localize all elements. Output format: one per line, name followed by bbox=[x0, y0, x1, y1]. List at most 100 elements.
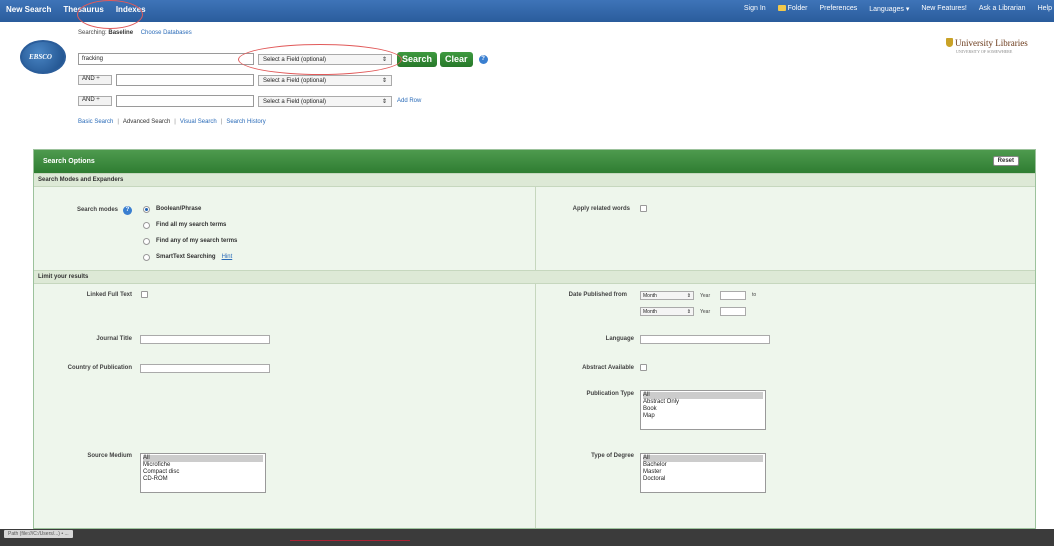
bool-operator-select-3[interactable]: AND ÷ bbox=[78, 96, 112, 106]
basic-search-link[interactable]: Basic Search bbox=[78, 119, 113, 125]
source-medium-label: Source Medium bbox=[87, 453, 132, 459]
chevron-down-icon: ⇕ bbox=[381, 77, 387, 84]
mode-smarttext-label: SmartText Searching bbox=[156, 254, 216, 260]
field-select-3[interactable]: Select a Field (optional) ⇕ bbox=[258, 95, 392, 107]
listbox-option[interactable]: Map bbox=[643, 413, 763, 420]
listbox-option[interactable]: Master bbox=[643, 469, 763, 476]
abstract-available-label: Abstract Available bbox=[582, 365, 634, 371]
type-of-degree-listbox[interactable]: All Bachelor Master Doctoral bbox=[640, 453, 766, 493]
search-term-input-1[interactable]: fracking bbox=[78, 53, 254, 65]
mode-all-terms-label: Find all my search terms bbox=[156, 222, 227, 228]
languages-menu[interactable]: Languages ▾ bbox=[869, 5, 909, 13]
publication-type-listbox[interactable]: All Abstract Only Book Map bbox=[640, 390, 766, 430]
search-row-1: fracking Select a Field (optional) ⇕ Sear… bbox=[78, 51, 488, 67]
search-type-links: Basic Search | Advanced Search | Visual Sear… bbox=[78, 119, 266, 125]
limit-results-section: Linked Full Text Journal Title Country o… bbox=[34, 284, 1035, 528]
preferences-link[interactable]: Preferences bbox=[820, 5, 858, 13]
search-options-header: Search Options Reset bbox=[34, 150, 1035, 173]
to-year-label: Year bbox=[700, 309, 711, 315]
search-row-3: AND ÷ Select a Field (optional) ⇕ Add Row bbox=[78, 95, 421, 107]
new-features-link[interactable]: New Features! bbox=[921, 5, 967, 13]
from-year-label: Year bbox=[700, 293, 711, 299]
top-nav-left: New Search Thesaurus Indexes bbox=[6, 5, 146, 14]
choose-databases-link[interactable]: Choose Databases bbox=[141, 30, 192, 36]
language-input[interactable] bbox=[640, 335, 770, 344]
to-month-select[interactable]: Month ⇕ bbox=[640, 307, 694, 316]
listbox-option[interactable]: All bbox=[643, 392, 763, 399]
listbox-option[interactable]: Microfiche bbox=[143, 462, 263, 469]
listbox-option[interactable]: CD-ROM bbox=[143, 476, 263, 483]
university-name: University Libraries bbox=[955, 38, 1028, 48]
mode-all-terms-radio[interactable] bbox=[143, 222, 150, 229]
database-name: Baseline bbox=[108, 30, 134, 36]
abstract-available-checkbox[interactable] bbox=[640, 364, 647, 371]
listbox-option[interactable]: All bbox=[643, 455, 763, 462]
field-select-1[interactable]: Select a Field (optional) ⇕ bbox=[258, 53, 392, 65]
ask-librarian-link[interactable]: Ask a Librarian bbox=[979, 5, 1026, 13]
indexes-link[interactable]: Indexes bbox=[116, 5, 146, 14]
status-accent-line bbox=[290, 540, 410, 541]
help-icon[interactable]: ? bbox=[478, 54, 488, 64]
search-modes-label: Search modes bbox=[76, 207, 118, 213]
mode-any-terms-radio[interactable] bbox=[143, 238, 150, 245]
listbox-option[interactable]: Bachelor bbox=[643, 462, 763, 469]
folder-label: Folder bbox=[787, 5, 808, 12]
mode-smarttext-radio[interactable] bbox=[143, 254, 150, 261]
help-link[interactable]: Help bbox=[1038, 5, 1052, 13]
chevron-down-icon: ⇕ bbox=[686, 293, 691, 299]
logo-text: EBSCO bbox=[29, 53, 52, 61]
source-medium-listbox[interactable]: All Microfiche Compact disc CD-ROM bbox=[140, 453, 266, 493]
language-label: Language bbox=[605, 336, 634, 342]
linked-full-text-checkbox[interactable] bbox=[141, 291, 148, 298]
mode-boolean-radio[interactable] bbox=[143, 206, 150, 213]
to-year-input[interactable] bbox=[720, 307, 746, 316]
chevron-down-icon: ⇕ bbox=[381, 56, 387, 63]
bool-operator-select-2[interactable]: AND ÷ bbox=[78, 75, 112, 85]
from-month-select[interactable]: Month ⇕ bbox=[640, 291, 694, 300]
search-options-title: Search Options bbox=[43, 158, 95, 165]
field-select-3-value: Select a Field (optional) bbox=[263, 98, 327, 105]
limit-results-section-header: Limit your results bbox=[34, 270, 1035, 284]
separator: | bbox=[174, 119, 176, 125]
journal-title-input[interactable] bbox=[140, 335, 270, 344]
hint-link[interactable]: Hint bbox=[222, 254, 233, 260]
column-divider bbox=[535, 187, 536, 270]
separator: | bbox=[117, 119, 119, 125]
thesaurus-link[interactable]: Thesaurus bbox=[63, 5, 103, 14]
search-history-link[interactable]: Search History bbox=[226, 119, 265, 125]
listbox-option[interactable]: Book bbox=[643, 406, 763, 413]
from-year-input[interactable] bbox=[720, 291, 746, 300]
from-month-value: Month bbox=[643, 293, 657, 299]
visual-search-link[interactable]: Visual Search bbox=[180, 119, 217, 125]
listbox-option[interactable]: All bbox=[143, 455, 263, 462]
country-of-publication-label: Country of Publication bbox=[67, 365, 132, 371]
publication-type-label: Publication Type bbox=[586, 391, 634, 397]
journal-title-label: Journal Title bbox=[96, 336, 132, 342]
mode-any-terms-label: Find any of my search terms bbox=[156, 238, 238, 244]
search-term-input-3[interactable] bbox=[116, 95, 254, 107]
new-search-link[interactable]: New Search bbox=[6, 5, 51, 14]
sign-in-link[interactable]: Sign In bbox=[744, 5, 766, 13]
field-select-2[interactable]: Select a Field (optional) ⇕ bbox=[258, 74, 392, 86]
clear-button[interactable]: Clear bbox=[440, 51, 473, 67]
folder-link[interactable]: Folder bbox=[777, 5, 808, 13]
searching-label: Searching: bbox=[78, 30, 107, 36]
apply-related-words-checkbox[interactable] bbox=[640, 205, 647, 212]
country-of-publication-input[interactable] bbox=[140, 364, 270, 373]
search-button[interactable]: Search bbox=[397, 51, 438, 67]
reset-button[interactable]: Reset bbox=[992, 156, 1019, 166]
status-bar: Path (file:///C:/Users/...) • ... bbox=[0, 529, 1054, 546]
listbox-option[interactable]: Doctoral bbox=[643, 476, 763, 483]
search-term-input-2[interactable] bbox=[116, 74, 254, 86]
mode-smarttext-item: SmartText Searching Hint bbox=[156, 254, 232, 260]
separator: | bbox=[220, 119, 223, 125]
ebsco-logo: EBSCO bbox=[20, 40, 66, 74]
listbox-option[interactable]: Abstract Only bbox=[643, 399, 763, 406]
advanced-search-link[interactable]: Advanced Search bbox=[123, 119, 170, 125]
shield-icon bbox=[946, 38, 953, 47]
listbox-option[interactable]: Compact disc bbox=[143, 469, 263, 476]
field-select-2-value: Select a Field (optional) bbox=[263, 77, 327, 84]
search-modes-help-icon[interactable]: ? bbox=[123, 206, 132, 215]
add-row-link[interactable]: Add Row bbox=[397, 98, 421, 104]
university-subtitle: UNIVERSITY OF SOMEWHERE bbox=[956, 49, 1013, 54]
